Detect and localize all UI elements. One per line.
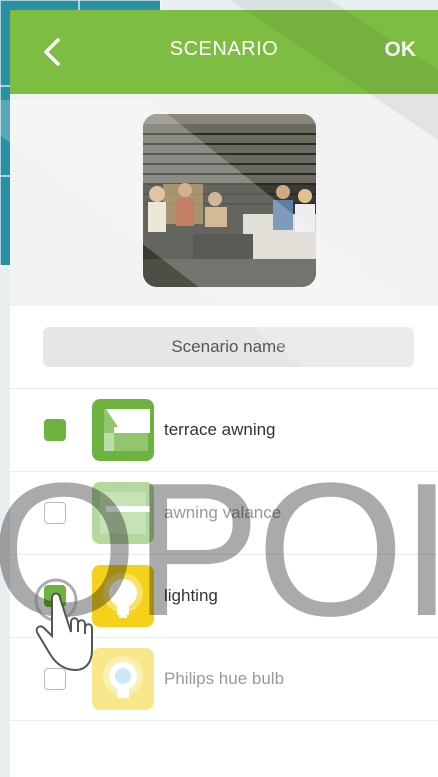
light-bulb-icon (92, 565, 154, 627)
hue-bulb-icon (92, 648, 154, 710)
page-title: SCENARIO (169, 38, 279, 60)
ok-button[interactable]: OK (385, 38, 417, 62)
hand-cursor-icon (34, 578, 93, 672)
device-label: Philips hue bulb (164, 669, 285, 688)
list-item-terrace-awning[interactable]: terrace awning (10, 388, 438, 471)
device-label: awning valance (164, 503, 282, 522)
checkbox-checked[interactable] (44, 419, 66, 441)
photo-area (10, 94, 438, 306)
device-label: terrace awning (164, 420, 276, 439)
scenario-photo[interactable] (143, 114, 316, 287)
checkbox-unchecked[interactable] (44, 502, 66, 524)
list-item-awning-valance[interactable]: awning valance (10, 471, 438, 554)
header-bar: SCENARIO OK (10, 10, 438, 94)
name-area (10, 306, 438, 388)
awning-valance-icon (92, 482, 154, 544)
awning-icon (92, 399, 154, 461)
device-label: lighting (164, 586, 218, 605)
scenario-name-input[interactable] (43, 327, 414, 367)
